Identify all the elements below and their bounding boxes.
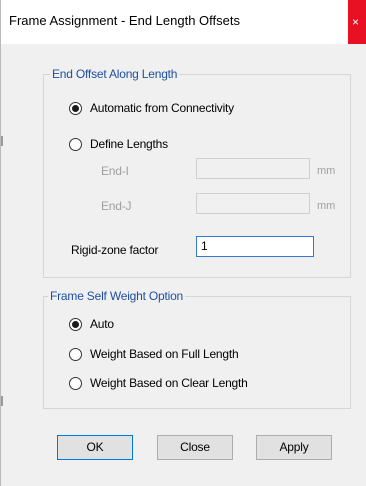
radio-auto[interactable]	[69, 317, 82, 331]
end-offset-legend: End Offset Along Length	[50, 67, 180, 81]
self-weight-legend: Frame Self Weight Option	[48, 289, 186, 303]
end-j-label: End-J	[101, 199, 132, 213]
radio-clear-length[interactable]	[69, 376, 82, 390]
close-button[interactable]: Close	[157, 435, 233, 460]
radio-define-lengths[interactable]	[69, 137, 82, 151]
end-j-input[interactable]	[196, 193, 310, 214]
end-j-unit: mm	[317, 200, 336, 212]
window-edge-mark	[1, 396, 3, 406]
dialog-window: Frame Assignment - End Length Offsets × …	[0, 0, 366, 486]
radio-automatic-row[interactable]: Automatic from Connectivity	[69, 99, 234, 117]
radio-clear-length-label: Weight Based on Clear Length	[90, 376, 248, 390]
ok-button[interactable]: OK	[57, 435, 133, 460]
radio-auto-label: Auto	[90, 317, 114, 331]
close-window-button[interactable]: ×	[348, 0, 366, 44]
radio-full-length[interactable]	[69, 347, 82, 361]
end-i-label: End-I	[101, 164, 129, 178]
radio-automatic-label: Automatic from Connectivity	[90, 101, 234, 115]
window-edge-mark	[1, 136, 3, 146]
radio-automatic[interactable]	[69, 101, 82, 115]
radio-full-length-label: Weight Based on Full Length	[90, 347, 239, 361]
rigid-zone-input[interactable]: 1	[196, 236, 314, 257]
title-bar: Frame Assignment - End Length Offsets ×	[1, 0, 366, 44]
radio-clear-length-row[interactable]: Weight Based on Clear Length	[69, 374, 248, 392]
radio-define-lengths-row[interactable]: Define Lengths	[69, 135, 168, 153]
end-i-unit: mm	[317, 165, 336, 177]
close-icon: ×	[352, 15, 360, 29]
radio-full-length-row[interactable]: Weight Based on Full Length	[69, 345, 239, 363]
radio-define-lengths-label: Define Lengths	[90, 137, 168, 151]
dialog-title: Frame Assignment - End Length Offsets	[9, 13, 240, 28]
rigid-zone-label: Rigid-zone factor	[71, 243, 159, 257]
radio-auto-row[interactable]: Auto	[69, 315, 114, 333]
end-i-input[interactable]	[196, 158, 310, 179]
apply-button[interactable]: Apply	[256, 435, 332, 460]
